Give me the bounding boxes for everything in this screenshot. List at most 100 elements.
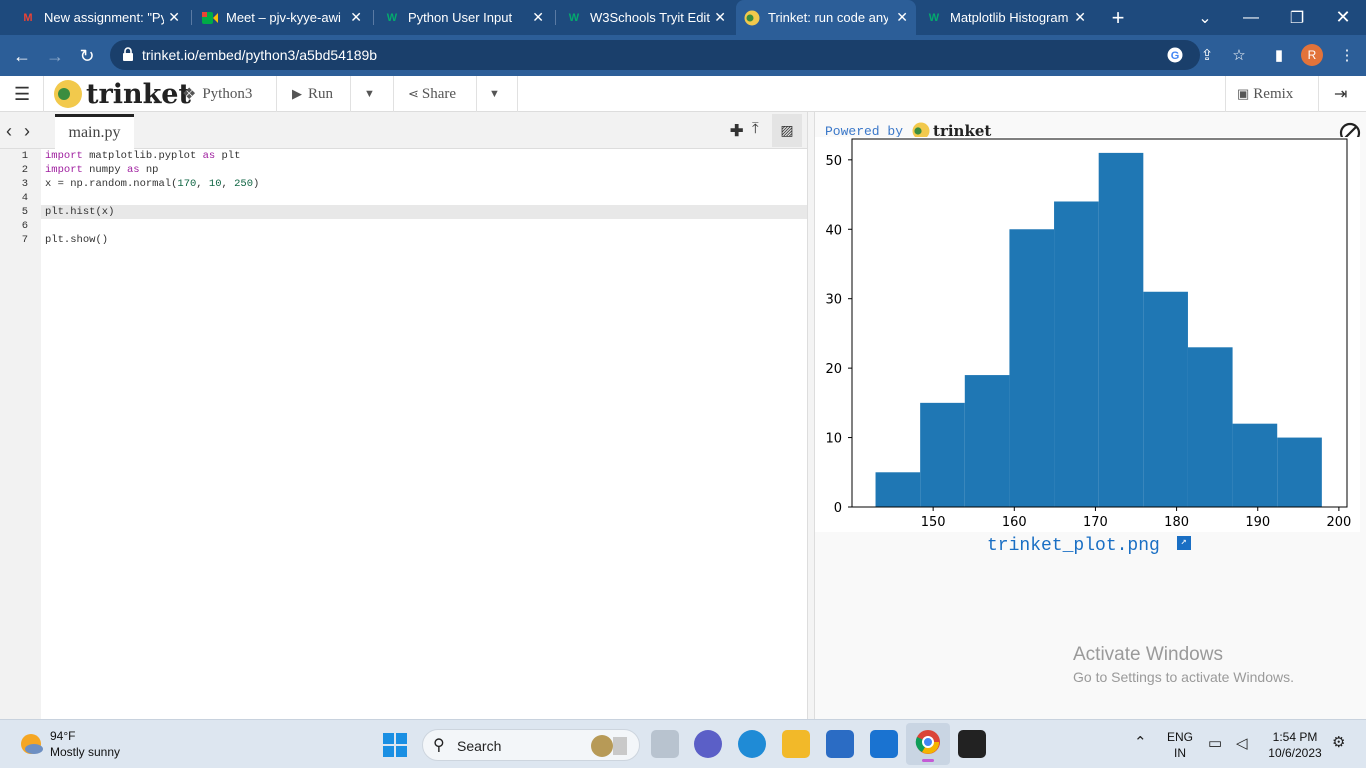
close-tab-icon[interactable]: ✕ [1074, 9, 1086, 26]
run-button[interactable]: ▶ Run [292, 76, 333, 112]
x-tick-label: 170 [1083, 515, 1108, 530]
mail-icon[interactable] [870, 730, 898, 758]
language-indicator-bottom[interactable]: IN [1162, 746, 1198, 760]
terminal-icon[interactable] [958, 730, 986, 758]
tab-search-chevron-icon[interactable]: ⌄ [1182, 0, 1228, 35]
weather-desc: Mostly sunny [50, 745, 121, 759]
search-icon: ⚲ [433, 737, 445, 754]
plot-image: 150 160 170 180 190 200 0 10 20 30 40 50 [815, 137, 1360, 532]
windows-start-icon[interactable] [383, 733, 407, 762]
new-tab-button[interactable]: + [1096, 0, 1140, 35]
caret-down-icon: ▼ [364, 88, 375, 100]
show-hidden-icons-chevron[interactable]: ⌃ [1134, 733, 1147, 751]
toolbar-divider [1225, 76, 1226, 112]
weather-widget[interactable] [18, 731, 44, 762]
browser-tab-matplotlib-histogram[interactable]: W Matplotlib Histogram ✕ [918, 0, 1094, 35]
address-bar[interactable]: trinket.io/embed/python3/a5bd54189b G ⇪ … [110, 40, 1246, 70]
image-library-icon[interactable]: ▨ [772, 114, 802, 147]
toolbar-divider [393, 76, 394, 112]
search-highlight-icon [613, 737, 627, 755]
login-icon[interactable]: ⇥ [1334, 76, 1347, 112]
browser-address-row: ← → ↻ trinket.io/embed/python3/a5bd54189… [0, 35, 1366, 76]
trinket-icon [744, 10, 760, 26]
upload-icon[interactable]: ⤒ [752, 120, 759, 137]
external-link-icon: ↗ [1176, 536, 1191, 550]
browser-tab-title: Meet – pjv-kyye-awi [226, 10, 341, 25]
maximize-button[interactable]: ❐ [1274, 0, 1320, 35]
plot-link-text: trinket_plot.png [987, 536, 1160, 556]
network-icon[interactable]: ▭ [1208, 734, 1222, 752]
active-line-highlight [41, 205, 807, 219]
minimize-button[interactable]: — [1228, 0, 1274, 35]
bookmark-star-icon[interactable]: ☆ [1228, 44, 1250, 66]
browser-tab-meet[interactable]: Meet – pjv-kyye-awi ✕ [194, 0, 370, 35]
activate-windows-subtitle: Go to Settings to activate Windows. [1073, 669, 1294, 685]
save-icon: ▣ [1237, 86, 1250, 101]
y-tick-label: 50 [825, 154, 842, 169]
code-line: x = np.random.normal(170, 10, 250) [45, 178, 260, 190]
close-tab-icon[interactable]: ✕ [350, 9, 362, 26]
browser-tab-trinket[interactable]: Trinket: run code any ✕ [736, 0, 916, 35]
close-tab-icon[interactable]: ✕ [532, 9, 544, 26]
trinket-logo[interactable]: trinket [53, 76, 191, 112]
line-number: 7 [21, 234, 28, 246]
line-number: 6 [21, 220, 28, 232]
teams-chat-icon[interactable] [694, 730, 722, 758]
toolbar-divider [276, 76, 277, 112]
code-editor[interactable]: import matplotlib.pyplot as plt import n… [41, 149, 807, 719]
plot-download-link[interactable]: trinket_plot.png ↗ [987, 536, 1191, 556]
add-file-icon[interactable]: ✚ [730, 121, 743, 141]
profile-avatar[interactable]: R [1301, 44, 1323, 66]
toolbar-divider [476, 76, 477, 112]
caret-down-icon: ▼ [489, 88, 500, 100]
task-view-icon[interactable] [651, 730, 679, 758]
histogram-bar [1054, 201, 1099, 507]
pane-splitter[interactable] [807, 112, 815, 719]
clock-date[interactable]: 10/6/2023 [1262, 746, 1328, 760]
language-indicator-top[interactable]: ENG [1162, 730, 1198, 744]
toolbar-divider [350, 76, 351, 112]
language-label: ❖ Python3 [182, 76, 252, 112]
code-line: import matplotlib.pyplot as plt [45, 150, 241, 162]
browser-tab-w3schools-tryit[interactable]: W W3Schools Tryit Edito ✕ [558, 0, 734, 35]
google-lens-icon[interactable]: G [1164, 44, 1186, 66]
microsoft-store-icon[interactable] [826, 730, 854, 758]
back-button[interactable]: ← [9, 43, 35, 69]
editor-header: ‹ › main.py ✚ ⤒ ▨ [0, 112, 808, 149]
notifications-icon[interactable]: ⚙ [1332, 733, 1345, 751]
side-panel-icon[interactable]: ▮ [1268, 44, 1290, 66]
edge-icon[interactable] [738, 730, 766, 758]
share-options-dropdown[interactable]: ▼ [489, 76, 500, 112]
volume-muted-icon[interactable]: ◁ [1236, 734, 1248, 752]
share-icon: ⋖ [408, 86, 419, 101]
clock-time[interactable]: 1:54 PM [1262, 730, 1328, 744]
forward-button[interactable]: → [42, 43, 68, 69]
meet-icon [202, 10, 218, 26]
browser-tab-gmail[interactable]: M New assignment: "Pyt ✕ [12, 0, 188, 35]
w3schools-icon: W [568, 11, 580, 24]
run-options-dropdown[interactable]: ▼ [364, 76, 375, 112]
chevron-left-icon[interactable]: ‹ [6, 121, 12, 142]
close-window-button[interactable]: ✕ [1320, 0, 1366, 35]
browser-tab-title: W3Schools Tryit Edito [590, 10, 710, 25]
file-explorer-icon[interactable] [782, 730, 810, 758]
share-button[interactable]: ⋖ Share [408, 76, 456, 112]
close-tab-icon[interactable]: ✕ [168, 9, 180, 26]
line-number: 4 [21, 192, 28, 204]
chrome-taskbar-active[interactable] [906, 723, 950, 765]
histogram-bar [1098, 152, 1144, 508]
taskbar-search[interactable]: ⚲ Search [422, 729, 640, 761]
x-tick-label: 160 [1002, 515, 1027, 530]
file-tab-main-py[interactable]: main.py [55, 114, 134, 149]
browser-tab-strip: M New assignment: "Pyt ✕ Meet – pjv-kyye… [0, 0, 1366, 35]
histogram-bar [1232, 423, 1278, 507]
browser-menu-icon[interactable]: ⋮ [1336, 44, 1358, 66]
hamburger-menu-icon[interactable]: ☰ [14, 76, 30, 112]
reload-button[interactable]: ↻ [74, 43, 100, 69]
close-tab-icon[interactable]: ✕ [896, 9, 908, 26]
remix-button[interactable]: ▣ Remix [1237, 76, 1293, 112]
chevron-right-icon[interactable]: › [24, 121, 30, 142]
share-page-icon[interactable]: ⇪ [1196, 44, 1218, 66]
browser-tab-python-user-input[interactable]: W Python User Input ✕ [376, 0, 552, 35]
close-tab-icon[interactable]: ✕ [714, 9, 726, 26]
